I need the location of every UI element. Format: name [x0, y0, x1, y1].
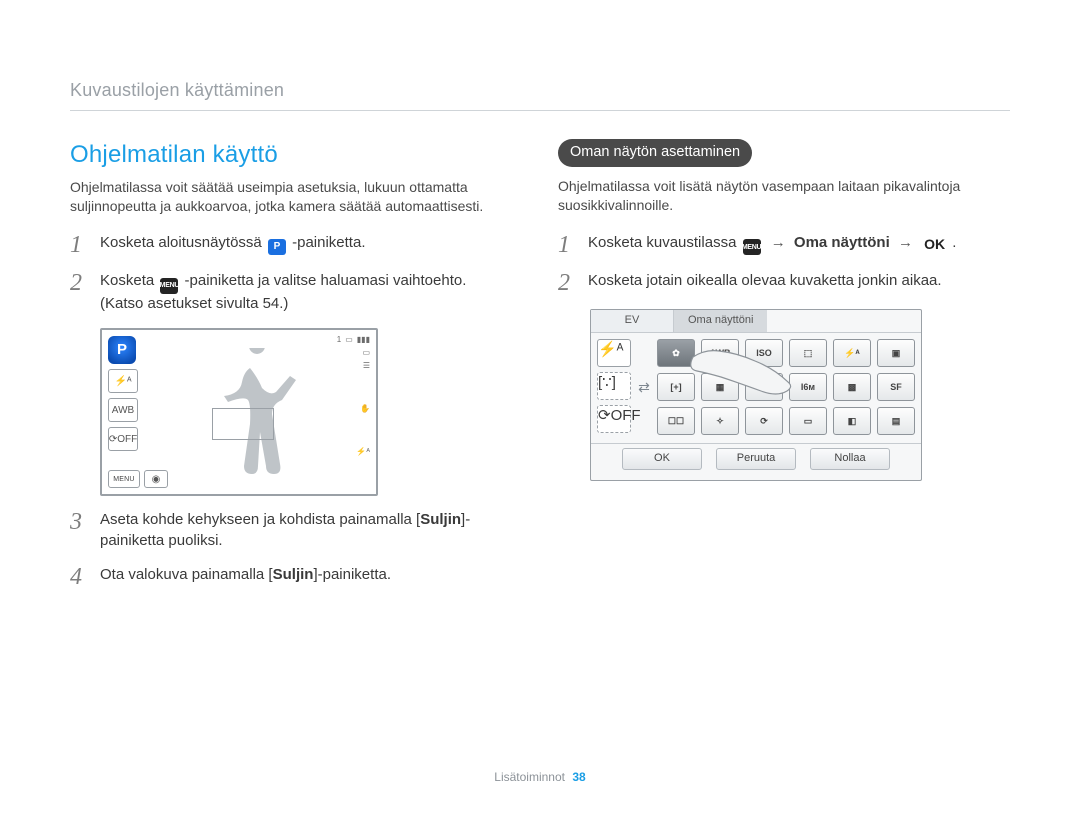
page-footer: Lisätoiminnot 38	[0, 769, 1080, 785]
lcd-bottom-buttons: MENU ◉	[108, 470, 168, 488]
dock-column: ⚡ᴬ [∵] ⟳OFF	[597, 339, 631, 437]
lcd-right-labels: 1 ▭ ▮▮▮ ▭ ☰ ✋ ⚡ᴬ	[338, 336, 370, 456]
storage-icon: ▭	[345, 336, 353, 344]
dock-slot: ⚡ᴬ	[597, 339, 631, 367]
step-text: Kosketa kuvaustilassa	[588, 234, 741, 251]
step-text: Ota valokuva painamalla [	[100, 566, 273, 583]
custom-screen-panel: EV Oma näyttöni ⚡ᴬ [∵] ⟳OFF ⇄ ✿ AWB IS	[590, 309, 922, 481]
tab-ev: EV	[591, 310, 674, 332]
grid-icon: ▤	[877, 407, 915, 435]
grid-icon: I6м	[789, 373, 827, 401]
step-2: Kosketa jotain oikealla olevaa kuvaketta…	[558, 271, 988, 295]
reset-button: Nollaa	[810, 448, 890, 470]
grid-icon: ✲	[745, 373, 783, 401]
lcd-left-buttons: P ⚡ᴬ AWB ⟳OFF	[108, 336, 140, 451]
page-number: 38	[572, 770, 585, 784]
drag-arrow-icon: ⇄	[637, 339, 651, 437]
step-4: Ota valokuva painamalla [Suljin]-painike…	[70, 565, 500, 589]
grid-icon: SF	[877, 373, 915, 401]
grid-icon: ▩	[833, 373, 871, 401]
right-column: Oman näytön asettaminen Ohjelmatilassa v…	[558, 139, 988, 603]
awb-button: AWB	[108, 398, 138, 422]
shutter-label: Suljin	[273, 566, 314, 583]
step-2: Kosketa MENU -painiketta ja valitse halu…	[70, 271, 500, 314]
lead-paragraph: Ohjelmatilassa voit lisätä näytön vasemp…	[558, 177, 988, 215]
battery-icon: ▮▮▮	[357, 336, 370, 344]
step-1: Kosketa kuvaustilassa MENU → Oma näyttön…	[558, 233, 988, 257]
grid-icon: AWB	[701, 339, 739, 367]
ok-button: OK	[622, 448, 702, 470]
tab-myscreen: Oma näyttöni	[674, 310, 767, 332]
indicator-icon: ✋	[360, 405, 370, 413]
indicator-icon: ☰	[363, 362, 370, 370]
step-3: Aseta kohde kehykseen ja kohdista painam…	[70, 510, 500, 551]
menu-icon: MENU	[160, 278, 178, 294]
lead-paragraph: Ohjelmatilassa voit säätää useimpia aset…	[70, 178, 500, 216]
step-text: Kosketa aloitusnäytössä	[100, 234, 266, 251]
panel-tabs: EV Oma näyttöni	[591, 310, 921, 333]
grid-icon: ▭	[789, 407, 827, 435]
step-1: Kosketa aloitusnäytössä P -painiketta.	[70, 233, 500, 257]
flash-auto-button: ⚡ᴬ	[108, 369, 138, 393]
menu-icon: MENU	[743, 239, 761, 255]
menu-path-label: Oma näyttöni	[794, 234, 894, 251]
step-text: ]-painiketta.	[313, 566, 391, 583]
grid-icon: [+]	[657, 373, 695, 401]
ok-icon: OK	[923, 236, 946, 252]
grid-icon: ✧	[701, 407, 739, 435]
step-text: -painiketta.	[292, 234, 365, 251]
indicator-icon: ⚡ᴬ	[356, 448, 370, 456]
step-text: Kosketa jotain oikealla olevaa kuvaketta…	[588, 271, 988, 291]
grid-icon: ▣	[877, 339, 915, 367]
step-text: Kosketa	[100, 272, 158, 289]
icon-grid: ✿ AWB ISO ⬚ ⚡ᴬ ▣ [+] ▦ ✲ I6м ▩ SF	[657, 339, 915, 435]
indicator-icon: ▭	[362, 349, 370, 357]
grid-icon: ✿	[657, 339, 695, 367]
manual-page: Kuvaustilojen käyttäminen Ohjelmatilan k…	[0, 0, 1080, 815]
shutter-label: Suljin	[420, 511, 461, 528]
panel-footer: OK Peruuta Nollaa	[591, 443, 921, 480]
footer-section: Lisätoiminnot	[494, 770, 565, 784]
counter-label: 1	[337, 336, 341, 344]
divider	[70, 110, 1010, 111]
section-title: Ohjelmatilan käyttö	[70, 139, 500, 171]
step-text: Aseta kohde kehykseen ja kohdista painam…	[100, 511, 420, 528]
dock-slot: ⟳OFF	[597, 405, 631, 433]
breadcrumb: Kuvaustilojen käyttäminen	[70, 78, 1010, 102]
grid-icon: ⬚	[789, 339, 827, 367]
subsection-pill: Oman näytön asettaminen	[558, 139, 752, 167]
grid-icon: ⟳	[745, 407, 783, 435]
menu-button: MENU	[108, 470, 140, 488]
left-column: Ohjelmatilan käyttö Ohjelmatilassa voit …	[70, 139, 500, 603]
cancel-button: Peruuta	[716, 448, 796, 470]
arrow-icon: →	[894, 234, 917, 251]
step-text: .	[952, 234, 956, 251]
grid-icon: ISO	[745, 339, 783, 367]
grid-icon: ▦	[701, 373, 739, 401]
grid-icon: ◧	[833, 407, 871, 435]
focus-box	[212, 408, 274, 440]
p-mode-icon: P	[268, 239, 286, 255]
arrow-icon: →	[767, 234, 790, 251]
camera-lcd-illustration: P ⚡ᴬ AWB ⟳OFF 1 ▭ ▮▮▮ ▭ ☰	[100, 328, 378, 496]
display-button: ◉	[144, 470, 168, 488]
grid-icon: ☐☐	[657, 407, 695, 435]
grid-icon: ⚡ᴬ	[833, 339, 871, 367]
timer-off-button: ⟳OFF	[108, 427, 138, 451]
p-mode-button: P	[108, 336, 136, 364]
dock-slot: [∵]	[597, 372, 631, 400]
